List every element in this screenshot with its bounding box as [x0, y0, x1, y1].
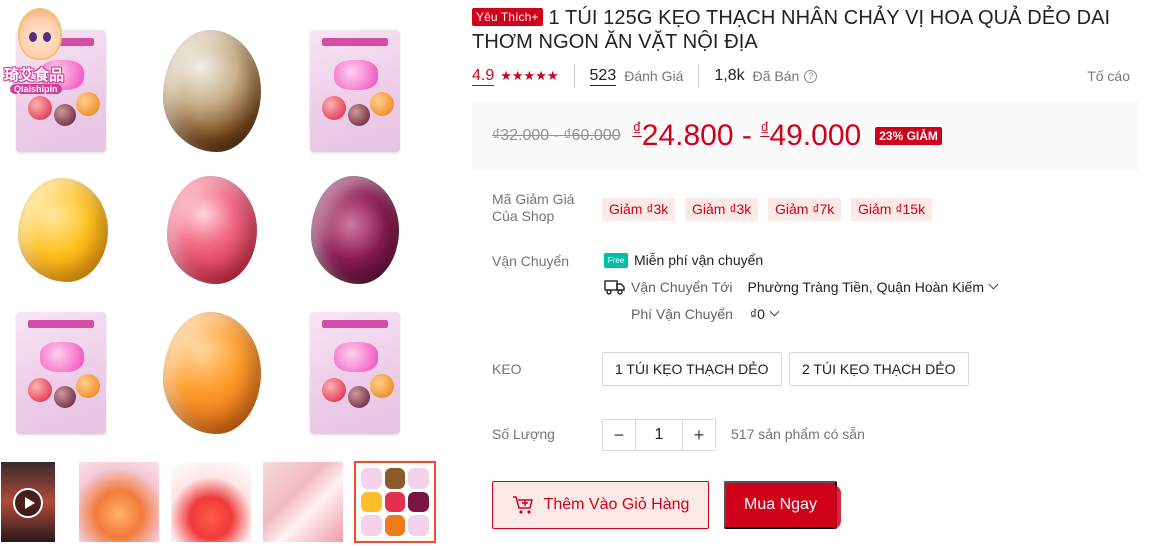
voucher-chip[interactable]: Giảm ₫3k [685, 198, 759, 221]
candy-pack-image [0, 300, 136, 445]
ship-fee-label: Phí Vận Chuyển [631, 306, 733, 322]
voucher-chip[interactable]: Giảm ₫7k [768, 198, 842, 221]
thumbnail-strip [0, 461, 450, 543]
red-jelly-image [137, 157, 287, 302]
cart-add-icon [512, 496, 533, 514]
candy-pack-image [280, 18, 430, 163]
chevron-down-icon[interactable] [988, 279, 999, 290]
divider [698, 64, 700, 88]
main-product-image[interactable]: 琦艾食品 Qiaishipin [0, 0, 450, 450]
quantity-label: Số Lượng [492, 426, 555, 442]
shipping-label: Vận Chuyển [492, 253, 570, 269]
sold-count: 1,8k [714, 67, 745, 84]
ship-to-label: Vận Chuyển Tới [631, 279, 733, 295]
voucher-chip[interactable]: Giảm ₫15k [851, 198, 933, 221]
quantity-input[interactable]: 1 [635, 420, 683, 450]
sold-label: Đã Bán [752, 68, 800, 84]
shop-logo-subtext: Qiaishipin [10, 84, 62, 94]
yellow-jelly-image [0, 157, 138, 302]
rating-score[interactable]: 4.9 [472, 67, 495, 86]
add-to-cart-button[interactable]: Thêm Vào Giỏ Hàng [492, 481, 709, 529]
price-dash: - [733, 119, 761, 152]
gummy-strawberry-thumbnail[interactable] [170, 461, 252, 543]
shop-logo-text: 琦艾食品 [4, 67, 65, 84]
truck-icon [604, 280, 625, 295]
ship-to-value[interactable]: Phường Tràng Tiền, Quận Hoàn Kiếm [748, 279, 984, 295]
shop-logo: 琦艾食品 Qiaishipin [4, 4, 76, 98]
video-thumbnail[interactable] [0, 461, 56, 543]
review-label: Đánh Giá [624, 68, 684, 84]
buy-now-button[interactable]: Mua Ngay [724, 481, 841, 529]
price-high: 49.000 [769, 119, 862, 152]
preferred-badge: Yêu Thích+ [472, 8, 543, 26]
shipping-fee[interactable]: Phí Vận Chuyển ₫0 [631, 306, 780, 322]
variant-option-1[interactable]: 1 TÚI KẸO THẠCH DẺO [602, 352, 782, 386]
play-icon[interactable] [13, 488, 43, 518]
product-title: Yêu Thích+ 1 TÚI 125G KẸO THẠCH NHÂN CHẢY… [472, 6, 1138, 54]
plum-jelly-image [280, 157, 430, 302]
gummy-grid-thumbnail[interactable] [354, 461, 436, 543]
shipping-destination[interactable]: Vận Chuyển Tới Phường Tràng Tiền, Quận H… [604, 279, 999, 295]
variant-option-2[interactable]: 2 TÚI KẸO THẠCH DẺO [789, 352, 969, 386]
ship-fee-value: ₫0 [749, 306, 765, 322]
product-info: Yêu Thích+ 1 TÚI 125G KẸO THẠCH NHÂN CHẢY… [472, 6, 1138, 529]
orange-jelly-image [137, 300, 287, 445]
variant-label: KEO [492, 361, 522, 377]
candy-pack-image [280, 300, 430, 445]
free-shipping-line: Free Miễn phí vận chuyển [604, 252, 763, 268]
gummy-bowl-thumbnail[interactable] [78, 461, 160, 543]
amber-jelly-image [137, 18, 287, 163]
report-link[interactable]: Tố cáo [1087, 68, 1130, 84]
product-title-text: 1 TÚI 125G KẸO THẠCH NHÂN CHẢY VỊ HOA QU… [472, 7, 1111, 53]
rating-stars-icon: ★★★★★ [500, 68, 559, 83]
chevron-down-icon[interactable] [769, 306, 780, 317]
gummy-pack-thumbnail[interactable] [262, 461, 344, 543]
free-shipping-icon: Free [604, 252, 628, 268]
voucher-chip[interactable]: Giảm ₫3k [602, 198, 676, 221]
free-shipping-text: Miễn phí vận chuyển [634, 252, 764, 268]
original-price: ₫32.000 - ₫60.000 [492, 127, 621, 144]
review-count[interactable]: 523 [589, 67, 617, 86]
voucher-label: Mã Giảm Giá Của Shop [492, 191, 575, 224]
buy-now-label: Mua Ngay [744, 496, 817, 513]
currency-symbol: ₫ [632, 119, 642, 139]
help-icon[interactable]: ? [804, 69, 818, 83]
quantity-stepper: − 1 + [602, 419, 716, 451]
price-box: ₫32.000 - ₫60.000 ₫24.800 - ₫49.000 23% … [472, 101, 1138, 171]
minus-button[interactable]: − [603, 420, 635, 450]
plus-button[interactable]: + [683, 420, 715, 450]
rating-row: 4.9 ★★★★★ 523 Đánh Giá 1,8k Đã Bán ? Tố … [472, 64, 1138, 88]
product-gallery: 琦艾食品 Qiaishipin [0, 0, 450, 550]
mascot-face-icon [18, 8, 62, 60]
current-price: ₫24.800 - ₫49.000 [633, 119, 862, 153]
discount-badge: 23% GIẢM [875, 127, 942, 145]
add-to-cart-label: Thêm Vào Giỏ Hàng [543, 496, 690, 513]
price-low: 24.800 [641, 119, 734, 152]
stock-count: 517 sản phẩm có sẵn [731, 426, 865, 442]
divider [573, 64, 575, 88]
